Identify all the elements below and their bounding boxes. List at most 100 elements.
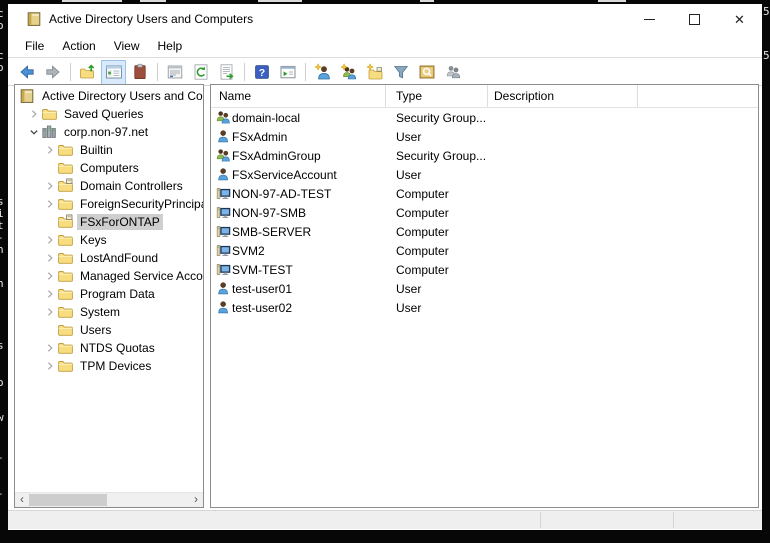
status-bar-separator — [540, 512, 541, 528]
tree-item-fsxforontap[interactable]: FSxForONTAP — [15, 213, 203, 231]
tree-item-lostandfound[interactable]: LostAndFound — [15, 249, 203, 267]
ou-folder-icon — [57, 178, 73, 194]
properties-icon — [166, 63, 184, 81]
maximize-button[interactable] — [672, 4, 717, 34]
list-row-non-97-ad-test[interactable]: NON-97-AD-TEST Computer — [211, 184, 758, 203]
tree-item-domain-controllers[interactable]: Domain Controllers — [15, 177, 203, 195]
column-header-description[interactable]: Description — [488, 85, 638, 107]
minimize-button[interactable] — [627, 4, 672, 34]
cell-name: NON-97-AD-TEST — [211, 186, 386, 202]
list-row-svm-test[interactable]: SVM-TEST Computer — [211, 260, 758, 279]
clipboard-icon — [131, 63, 149, 81]
chevron-right-icon[interactable] — [43, 340, 57, 356]
chevron-right-icon[interactable] — [43, 232, 57, 248]
tree-item-saved-queries[interactable]: Saved Queries — [15, 105, 203, 123]
list-row-domain-local[interactable]: domain-local Security Group... — [211, 108, 758, 127]
menu-help[interactable]: Help — [151, 36, 190, 56]
tree-item-active-directory-users-and-computers[interactable]: Active Directory Users and Computers — [15, 87, 203, 105]
computer-icon — [216, 205, 232, 221]
list-row-test-user01[interactable]: test-user01 User — [211, 279, 758, 298]
filter-icon — [392, 63, 410, 81]
tree-item-system[interactable]: System — [15, 303, 203, 321]
close-button[interactable]: ✕ — [717, 4, 762, 34]
tree-item-ntds-quotas[interactable]: NTDS Quotas — [15, 339, 203, 357]
scroll-left-arrow[interactable]: ‹ — [15, 493, 29, 507]
tree-item-foreignsecurityprincipals[interactable]: ForeignSecurityPrincipals — [15, 195, 203, 213]
list-row-fsxserviceaccount[interactable]: FSxServiceAccount User — [211, 165, 758, 184]
cell-type: Computer — [396, 205, 449, 220]
clipped-terminal-text: - — [0, 488, 4, 499]
clipped-terminal-text: c — [0, 49, 4, 62]
tree-item-corp-non-97-net[interactable]: corp.non-97.net — [15, 123, 203, 141]
list-row-smb-server[interactable]: SMB-SERVER Computer — [211, 222, 758, 241]
chevron-right-icon[interactable] — [43, 196, 57, 212]
tree-item-label: Managed Service Accounts — [80, 269, 203, 283]
chevron-down-icon[interactable] — [27, 124, 41, 140]
toolbar-properties-button[interactable] — [162, 60, 187, 85]
object-name: FSxServiceAccount — [232, 167, 337, 182]
toolbar-back-button[interactable] — [14, 60, 39, 85]
toolbar-refresh-button[interactable] — [188, 60, 213, 85]
toolbar-forward-button[interactable] — [40, 60, 65, 85]
toolbar-new-window-button[interactable] — [275, 60, 300, 85]
toolbar-users-gray-button[interactable] — [440, 60, 465, 85]
clipped-terminal-text: i — [0, 207, 4, 220]
column-header-type[interactable]: Type — [386, 85, 488, 107]
user-icon — [216, 167, 232, 183]
chevron-right-icon[interactable] — [27, 106, 41, 122]
chevron-right-icon[interactable] — [43, 268, 57, 284]
toolbar-export-list-button[interactable] — [214, 60, 239, 85]
menu-view[interactable]: View — [107, 36, 147, 56]
folder-icon — [57, 322, 73, 338]
tree-item-managed-service-accounts[interactable]: Managed Service Accounts — [15, 267, 203, 285]
tree-item-builtin[interactable]: Builtin — [15, 141, 203, 159]
scrollbar-thumb[interactable] — [29, 494, 107, 506]
tree-item-keys[interactable]: Keys — [15, 231, 203, 249]
aduc-window: Active Directory Users and Computers ✕ F… — [8, 4, 762, 530]
folder-icon — [41, 106, 57, 122]
chevron-right-icon[interactable] — [43, 250, 57, 266]
users-gray-icon — [444, 63, 462, 81]
folder-icon — [57, 142, 73, 158]
toolbar-filter-button[interactable] — [388, 60, 413, 85]
tree-item-tpm-devices[interactable]: TPM Devices — [15, 357, 203, 375]
chevron-right-icon[interactable] — [43, 358, 57, 374]
menu-file[interactable]: File — [18, 36, 51, 56]
menu-action[interactable]: Action — [55, 36, 102, 56]
tree-item-users[interactable]: Users — [15, 321, 203, 339]
list-row-fsxadmin[interactable]: FSxAdmin User — [211, 127, 758, 146]
toolbar-help-button[interactable]: ? — [249, 60, 274, 85]
tree-item-program-data[interactable]: Program Data — [15, 285, 203, 303]
column-header-name[interactable]: Name — [211, 85, 386, 107]
chevron-right-icon[interactable] — [43, 286, 57, 302]
toolbar-new-group-button[interactable] — [336, 60, 361, 85]
toolbar-new-user-button[interactable] — [310, 60, 335, 85]
toolbar-find-button[interactable] — [414, 60, 439, 85]
tree-item-computers[interactable]: Computers — [15, 159, 203, 177]
object-name: SVM2 — [232, 243, 265, 258]
tree-item-label: NTDS Quotas — [80, 341, 155, 355]
toolbar-clipboard-button[interactable] — [127, 60, 152, 85]
computer-icon — [216, 243, 232, 259]
clipped-terminal-text: t — [0, 219, 4, 232]
chevron-right-icon[interactable] — [43, 142, 57, 158]
cell-type: Computer — [396, 262, 449, 277]
toolbar-show-console-tree-button[interactable] — [101, 59, 126, 85]
list-row-non-97-smb[interactable]: NON-97-SMB Computer — [211, 203, 758, 222]
list-row-svm2[interactable]: SVM2 Computer — [211, 241, 758, 260]
cell-name: FSxServiceAccount — [211, 167, 386, 183]
list-row-fsxadmingroup[interactable]: FSxAdminGroup Security Group... — [211, 146, 758, 165]
chevron-right-icon[interactable] — [43, 304, 57, 320]
scroll-right-arrow[interactable]: › — [189, 493, 203, 507]
chevron-right-icon[interactable] — [43, 178, 57, 194]
list-row-test-user02[interactable]: test-user02 User — [211, 298, 758, 317]
minimize-icon — [644, 18, 655, 20]
tree-horizontal-scrollbar[interactable]: ‹ › — [15, 492, 203, 507]
cell-name: SMB-SERVER — [211, 224, 386, 240]
object-list-pane: Name Type Description domain-local Security… — [210, 84, 759, 508]
toolbar-up-level-button[interactable] — [75, 60, 100, 85]
object-name: SMB-SERVER — [232, 224, 312, 239]
folder-icon — [57, 160, 73, 176]
toolbar-new-ou-button[interactable] — [362, 60, 387, 85]
